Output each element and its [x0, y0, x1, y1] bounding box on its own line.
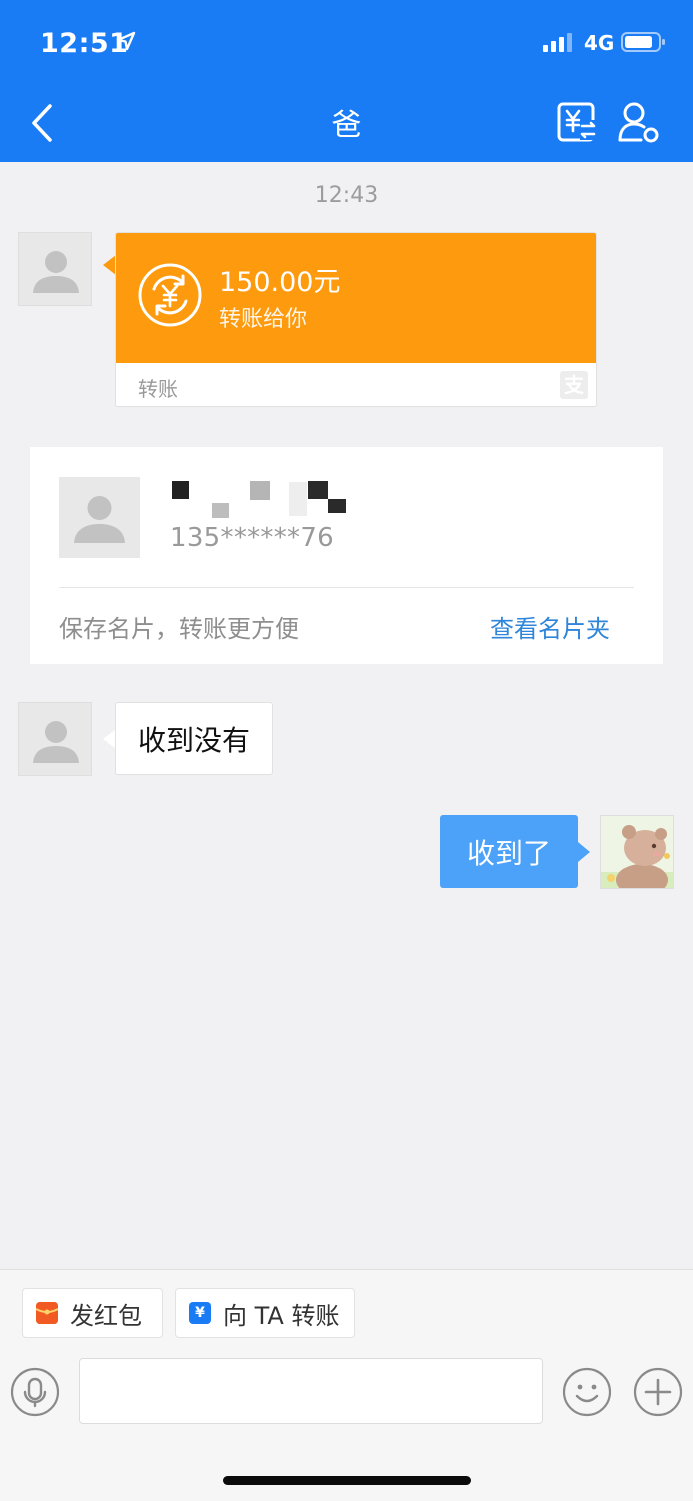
message-timestamp: 12:43 [314, 183, 379, 208]
location-arrow-icon [116, 31, 136, 51]
sent-message-bubble[interactable]: 收到了 [440, 815, 578, 888]
home-indicator[interactable] [223, 1476, 471, 1485]
bear-avatar-icon [601, 816, 673, 888]
profile-settings-icon[interactable] [617, 100, 661, 144]
contact-avatar [59, 477, 140, 558]
emoji-icon[interactable] [562, 1367, 612, 1417]
received-message-bubble[interactable]: 收到没有 [115, 702, 274, 775]
transfer-amount: 150.00元 [219, 267, 341, 298]
red-packet-button[interactable]: 发红包 [22, 1288, 163, 1338]
message-input[interactable] [79, 1358, 543, 1424]
transfer-card-header: 150.00元 转账给你 [116, 233, 596, 363]
my-avatar[interactable] [600, 815, 674, 889]
transfer-exchange-icon [138, 263, 202, 327]
divider [59, 587, 634, 588]
transfer-footer-label: 转账 [138, 377, 178, 401]
red-packet-icon [36, 1302, 58, 1324]
view-card-folder-link[interactable]: 查看名片夹 [490, 609, 610, 644]
sender-avatar[interactable] [18, 232, 92, 306]
default-person-icon [33, 721, 79, 763]
plus-more-icon[interactable] [633, 1367, 683, 1417]
top-bar: 12:51 4G 爸 [0, 0, 693, 162]
bottom-panel: 发红包 ¥ 向 TA 转账 [0, 1269, 693, 1501]
battery-icon [621, 32, 665, 52]
transfer-to-ta-label: 向 TA 转账 [223, 1301, 340, 1330]
transfer-icon: ¥ [189, 1302, 211, 1324]
network-type: 4G [584, 31, 615, 55]
save-card-hint: 保存名片，转账更方便 [59, 615, 299, 643]
bubble-tail [578, 842, 590, 862]
signal-icon [543, 33, 572, 52]
alipay-logo-icon: 支 [560, 371, 588, 399]
contact-name-redacted [170, 481, 360, 518]
sender-avatar[interactable] [18, 702, 92, 776]
transfer-yen-icon[interactable] [556, 101, 598, 143]
transfer-to-ta-button[interactable]: ¥ 向 TA 转账 [175, 1288, 355, 1338]
transfer-message-card[interactable]: 150.00元 转账给你 转账 支 [115, 232, 597, 407]
contact-phone: 135******76 [170, 523, 335, 553]
red-packet-label: 发红包 [70, 1301, 142, 1330]
voice-microphone-icon[interactable] [10, 1367, 60, 1417]
default-person-icon [74, 496, 125, 543]
default-person-icon [33, 251, 79, 293]
contact-card[interactable]: 135******76 保存名片，转账更方便 查看名片夹 [30, 447, 663, 664]
transfer-description: 转账给你 [219, 307, 308, 332]
